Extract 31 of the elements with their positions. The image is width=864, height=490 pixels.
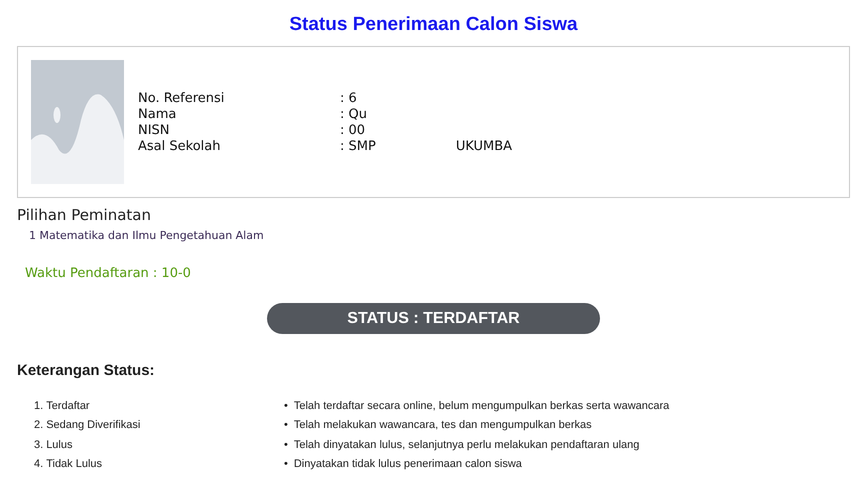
list-number: 2. [34,419,44,432]
registration-time: Waktu Pendaftaran : 10-0 [25,266,192,281]
status-name: Sedang Diverifikasi [46,419,140,432]
list-number: 4. [34,458,44,470]
list-number: 1. [34,400,44,412]
status-badge: STATUS : TERDAFTAR [267,303,600,334]
field-value: : SMP [340,139,376,155]
field-value: : 00 [340,123,366,139]
status-name: Lulus [46,438,72,451]
field-value: : Qu [340,107,367,123]
field-value: : 6 [340,91,357,107]
status-description: Telah dinyatakan lulus, selanjutnya perlu melakukan pendaftaran ulang [294,438,640,451]
field-label: Nama [138,107,178,123]
status-description: Telah terdaftar secara online, belum mengumpulkan berkas serta wawancara [294,400,670,412]
section-heading: Pilihan Peminatan [17,206,152,224]
choice-item: 1 Matematika dan Ilmu Pengetahuan Alam [29,229,265,242]
bullet: • [284,419,288,432]
list-number: 3. [34,438,44,451]
bullet: • [284,458,288,470]
field-label: No. Referensi [138,91,226,107]
status-name: Terdaftar [46,400,90,412]
field-value: UKUMBA [456,139,512,155]
bullet: • [284,400,288,412]
status-description: Telah melakukan wawancara, tes dan mengumpulkan berkas [294,419,592,432]
field-label: NISN [138,123,171,139]
page-title: Status Penerimaan Calon Siswa [288,14,579,36]
field-label: Asal Sekolah [138,139,222,155]
section-heading: Keterangan Status: [17,362,156,379]
status-name: Tidak Lulus [46,458,102,470]
bullet: • [284,438,288,451]
status-description: Dinyatakan tidak lulus penerimaan calon siswa [294,458,522,470]
